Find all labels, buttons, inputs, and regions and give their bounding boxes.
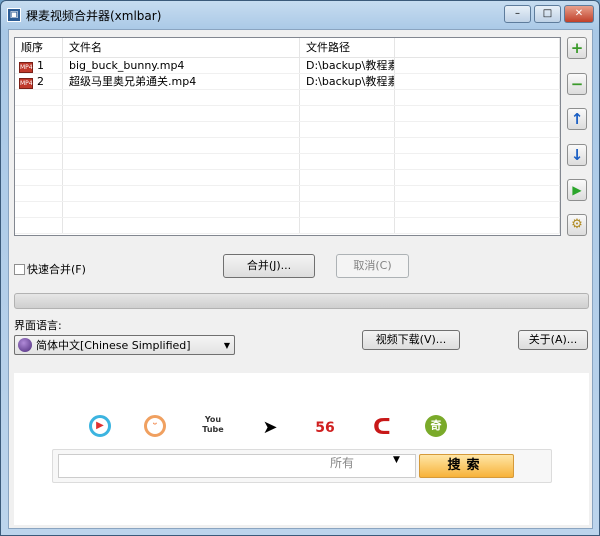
col-order[interactable]: 顺序 bbox=[15, 38, 63, 57]
col-empty bbox=[395, 38, 560, 57]
client-area: 顺序 文件名 文件路径 MP4 1 big_buck_bunny.mp4 D:\b… bbox=[8, 29, 593, 529]
fast-merge-checkbox[interactable]: 快速合并(F) bbox=[14, 261, 86, 277]
move-down-button[interactable]: ↓ bbox=[567, 144, 587, 166]
iqiyi-icon[interactable]: 奇 bbox=[425, 415, 447, 437]
main-window: ▣ 稞麦视频合并器(xmlbar) – □ ✕ 顺序 文件名 文件路径 MP4 1… bbox=[0, 0, 600, 536]
fast-merge-label: 快速合并(F) bbox=[27, 263, 86, 276]
site-icon-play[interactable]: ▶ bbox=[89, 415, 111, 437]
row-order: 1 bbox=[37, 59, 44, 72]
merge-button[interactable]: 合并(J)... bbox=[223, 254, 315, 278]
progress-bar bbox=[14, 293, 589, 309]
search-scope[interactable]: 所有 bbox=[330, 454, 354, 471]
mp4-file-icon: MP4 bbox=[19, 78, 33, 89]
video-download-button[interactable]: 视频下载(V)... bbox=[362, 330, 460, 350]
col-filename[interactable]: 文件名 bbox=[63, 38, 300, 57]
add-file-button[interactable]: + bbox=[567, 37, 587, 59]
window-title: 稞麦视频合并器(xmlbar) bbox=[26, 8, 162, 23]
site-icon-arrow[interactable]: ➤ bbox=[257, 415, 283, 441]
site-icon-smile[interactable]: ᵕ bbox=[144, 415, 166, 437]
file-list[interactable]: 顺序 文件名 文件路径 MP4 1 big_buck_bunny.mp4 D:\b… bbox=[14, 37, 561, 236]
col-path[interactable]: 文件路径 bbox=[300, 38, 395, 57]
cancel-button[interactable]: 取消(C) bbox=[336, 254, 409, 278]
row-path: D:\backup\教程素材 bbox=[300, 74, 395, 89]
language-label: 界面语言: bbox=[14, 319, 62, 332]
maximize-button[interactable]: □ bbox=[534, 5, 561, 23]
row-order: 2 bbox=[37, 75, 44, 88]
title-bar: ▣ 稞麦视频合并器(xmlbar) bbox=[7, 6, 161, 24]
row-path: D:\backup\教程素材 bbox=[300, 58, 395, 73]
youtube-icon[interactable]: You Tube bbox=[200, 415, 226, 441]
list-header: 顺序 文件名 文件路径 bbox=[15, 38, 560, 58]
chevron-down-icon[interactable]: ▼ bbox=[393, 455, 400, 465]
search-panel: ▶ ᵕ You Tube ➤ 56 ᑕ 奇 所有 ▼ 搜索 bbox=[14, 373, 589, 525]
language-select[interactable]: 简体中文[Chinese Simplified] ▼ bbox=[14, 335, 235, 355]
remove-file-button[interactable]: − bbox=[567, 73, 587, 95]
search-button[interactable]: 搜索 bbox=[419, 454, 514, 478]
move-up-button[interactable]: ↑ bbox=[567, 108, 587, 130]
mp4-file-icon: MP4 bbox=[19, 62, 33, 73]
checkbox-box[interactable] bbox=[14, 263, 25, 275]
row-filename: 超级马里奥兄弟通关.mp4 bbox=[63, 74, 300, 89]
minimize-button[interactable]: – bbox=[504, 5, 531, 23]
app-icon: ▣ bbox=[7, 8, 21, 22]
play-button[interactable]: ▶ bbox=[567, 179, 587, 201]
search-box: 所有 ▼ 搜索 bbox=[52, 449, 552, 483]
about-button[interactable]: 关于(A)... bbox=[518, 330, 588, 350]
search-input[interactable] bbox=[58, 454, 416, 478]
globe-icon bbox=[18, 338, 32, 352]
chevron-down-icon: ▼ bbox=[223, 340, 230, 350]
language-value: 简体中文[Chinese Simplified] bbox=[36, 339, 191, 352]
site-icon-c[interactable]: ᑕ bbox=[369, 415, 395, 441]
site-56-icon[interactable]: 56 bbox=[312, 415, 338, 441]
settings-button[interactable]: ⚙ bbox=[567, 214, 587, 236]
table-row[interactable]: MP4 2 超级马里奥兄弟通关.mp4 D:\backup\教程素材 bbox=[15, 74, 560, 90]
row-filename: big_buck_bunny.mp4 bbox=[63, 58, 300, 73]
close-button[interactable]: ✕ bbox=[564, 5, 594, 23]
table-row[interactable]: MP4 1 big_buck_bunny.mp4 D:\backup\教程素材 bbox=[15, 58, 560, 74]
